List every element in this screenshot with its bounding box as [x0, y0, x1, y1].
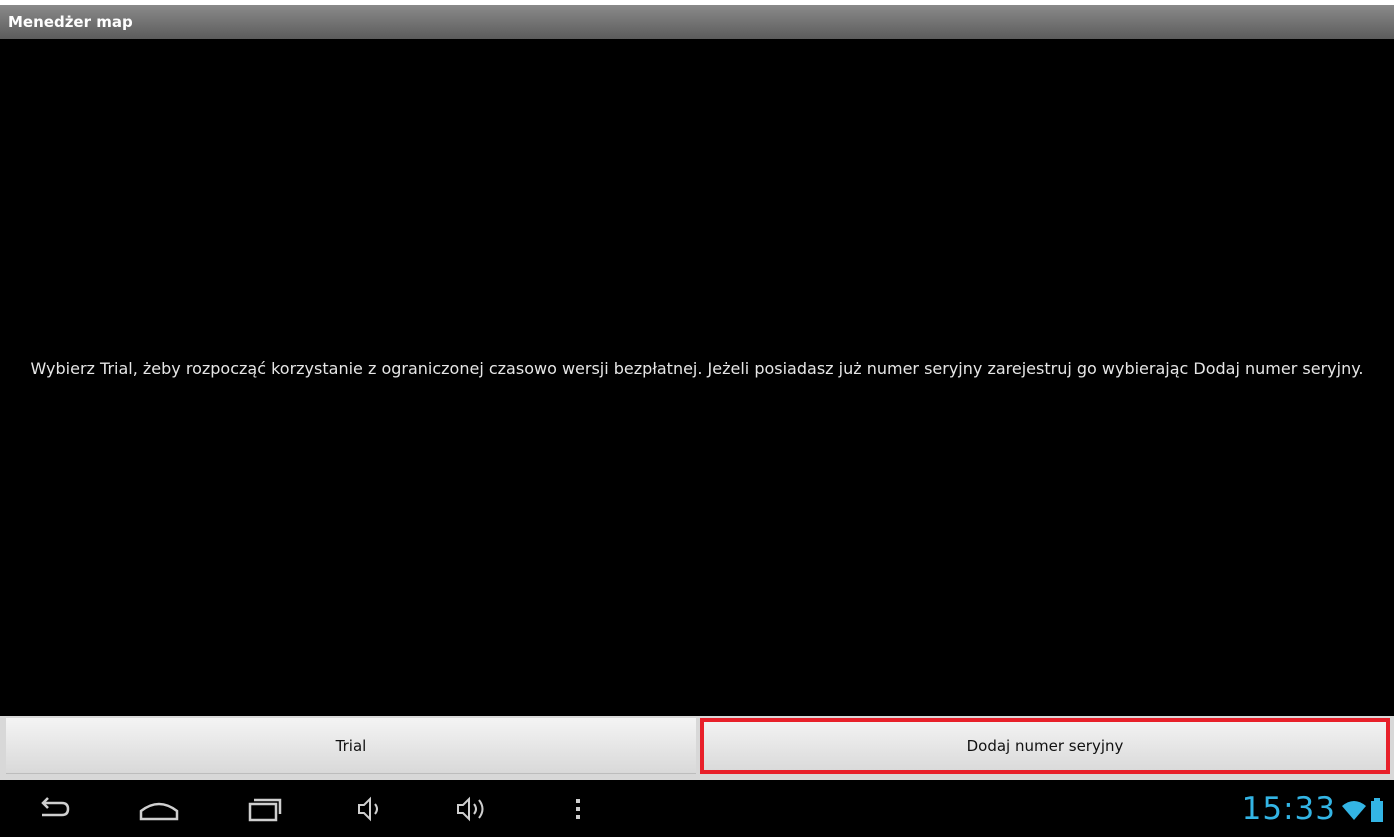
recent-apps-icon[interactable]	[238, 790, 290, 828]
back-icon[interactable]	[28, 790, 80, 828]
button-bar: Trial Dodaj numer seryjny	[0, 716, 1394, 780]
status-clock: 15:33	[1241, 791, 1336, 827]
info-message: Wybierz Trial, żeby rozpocząć korzystani…	[30, 359, 1364, 378]
android-screen: Menedżer map Wybierz Trial, żeby rozpocz…	[0, 0, 1394, 837]
home-icon[interactable]	[130, 790, 188, 828]
menu-icon[interactable]	[566, 790, 590, 828]
volume-up-icon[interactable]	[448, 790, 496, 828]
battery-icon	[1371, 798, 1383, 822]
trial-button[interactable]: Trial	[6, 718, 696, 774]
volume-down-icon[interactable]	[348, 790, 392, 828]
status-icons	[1340, 798, 1384, 822]
main-content: Wybierz Trial, żeby rozpocząć korzystani…	[0, 39, 1394, 716]
app-title: Menedżer map	[8, 13, 133, 31]
add-serial-number-button[interactable]: Dodaj numer seryjny	[700, 718, 1390, 774]
title-bar: Menedżer map	[0, 5, 1394, 39]
system-nav-bar: 15:33	[0, 780, 1394, 837]
